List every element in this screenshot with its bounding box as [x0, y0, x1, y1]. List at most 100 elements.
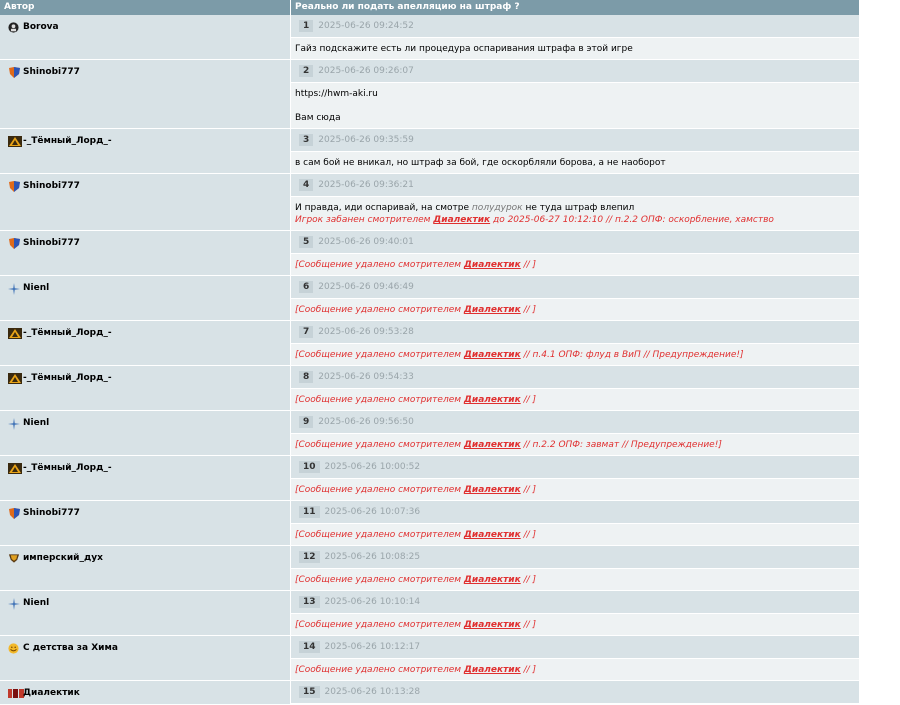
post-author: С детства за Хима [0, 636, 291, 680]
post-text-line: Гайз подскажите есть ли процедура оспари… [295, 44, 633, 54]
post-author: Shinobi777 [0, 60, 291, 128]
deleted-text: // ] [520, 620, 537, 630]
author-name-link[interactable]: Nienl [23, 283, 49, 293]
post-author: Shinobi777 [0, 174, 291, 230]
forum-post: имперский_дух 12 2025-06-26 10:08:25 [Сообщ… [0, 546, 859, 591]
post-body: [Сообщение удалено смотрителем Диалектик… [291, 389, 859, 410]
post-content: 14 2025-06-26 10:12:17 [Сообщение удалено … [291, 636, 859, 680]
ban-text: Игрок забанен смотрителем [295, 215, 434, 225]
post-number[interactable]: 7 [299, 326, 314, 338]
post-text-part: не туда штраф влепил [522, 203, 635, 213]
post-author: -_Тёмный_Лорд_- [0, 321, 291, 365]
clan-shield-icon [8, 238, 21, 249]
moderator-link[interactable]: Диалектик [464, 485, 521, 495]
post-meta: 4 2025-06-26 09:36:21 [291, 174, 859, 197]
post-date: 2025-06-26 10:13:28 [324, 687, 421, 697]
post-date: 2025-06-26 10:00:52 [324, 462, 421, 472]
deleted-text: // ] [520, 260, 537, 270]
deleted-notice: [Сообщение удалено смотрителем Диалектик… [295, 439, 855, 451]
author-name-link[interactable]: Borova [23, 22, 59, 32]
deleted-text: // п.2.2 ОПФ: завмат // Предупреждение!] [520, 440, 722, 450]
ban-text: до 2025-06-27 10:12:10 // п.2.2 ОПФ: оск… [490, 215, 774, 225]
deleted-notice: [Сообщение удалено смотрителем Диалектик… [295, 349, 855, 361]
deleted-text: // ] [520, 485, 537, 495]
censored-word: полудурок [471, 203, 523, 213]
moderator-link[interactable]: Диалектик [464, 575, 521, 585]
post-date: 2025-06-26 09:35:59 [318, 135, 414, 145]
moderator-link[interactable]: Диалектик [464, 665, 521, 675]
author-name-link[interactable]: имперский_дух [23, 553, 103, 563]
star-cross-icon [8, 418, 21, 430]
post-meta: 8 2025-06-26 09:54:33 [291, 366, 859, 389]
deleted-text: // ] [520, 305, 537, 315]
moderator-link[interactable]: Диалектик [464, 350, 521, 360]
post-content: 9 2025-06-26 09:56:50 [Сообщение удалено с… [291, 411, 859, 455]
author-column-header: Автор [0, 0, 291, 15]
post-number[interactable]: 6 [299, 281, 314, 293]
post-body: [Сообщение удалено смотрителем Диалектик… [291, 659, 859, 680]
moderator-link[interactable]: Диалектик [464, 260, 521, 270]
forum-post: Shinobi777 4 2025-06-26 09:36:21 И правда, … [0, 174, 859, 231]
author-name-link[interactable]: Nienl [23, 418, 49, 428]
author-name-link[interactable]: Shinobi777 [23, 508, 80, 518]
post-number[interactable]: 10 [299, 461, 320, 473]
author-name-link[interactable]: -_Тёмный_Лорд_- [23, 373, 112, 383]
deleted-text: [Сообщение удалено смотрителем [295, 620, 464, 630]
post-date: 2025-06-26 09:40:01 [318, 237, 414, 247]
imperial-crest-icon [8, 553, 21, 564]
moderator-link[interactable]: Диалектик [464, 530, 521, 540]
post-number[interactable]: 2 [299, 65, 314, 77]
post-body: [Сообщение удалено смотрителем Диалектик… [291, 344, 859, 365]
post-number[interactable]: 1 [299, 20, 314, 32]
author-name-link[interactable]: Shinobi777 [23, 181, 80, 191]
deleted-text: [Сообщение удалено смотрителем [295, 485, 464, 495]
post-number[interactable]: 4 [299, 179, 314, 191]
post-list: Borova 1 2025-06-26 09:24:52 Гайз подскажит… [0, 15, 859, 705]
post-content: 3 2025-06-26 09:35:59 в сам бой не вникал,… [291, 129, 859, 173]
moderator-link[interactable]: Диалектик [464, 620, 521, 630]
author-name-link[interactable]: -_Тёмный_Лорд_- [23, 136, 112, 146]
moderator-link[interactable]: Диалектик [464, 395, 521, 405]
author-name-link[interactable]: Nienl [23, 598, 49, 608]
deleted-text: [Сообщение удалено смотрителем [295, 575, 464, 585]
post-number[interactable]: 8 [299, 371, 314, 383]
post-number[interactable]: 3 [299, 134, 314, 146]
thread-header: Автор Реально ли подать апелляцию на штр… [0, 0, 859, 15]
post-number[interactable]: 12 [299, 551, 320, 563]
author-name-link[interactable]: -_Тёмный_Лорд_- [23, 328, 112, 338]
post-meta: 14 2025-06-26 10:12:17 [291, 636, 859, 659]
post-number[interactable]: 5 [299, 236, 314, 248]
deleted-text: // ] [520, 530, 537, 540]
post-text-line: в сам бой не вникал, но штраф за бой, гд… [295, 158, 666, 168]
forum-post: -_Тёмный_Лорд_- 3 2025-06-26 09:35:59 в сам… [0, 129, 859, 174]
forum-post: -_Тёмный_Лорд_- 10 2025-06-26 10:00:52 [Соо… [0, 456, 859, 501]
forum-post: Диалектик 15 2025-06-26 10:13:28 [0, 681, 859, 705]
post-number[interactable]: 9 [299, 416, 314, 428]
triangle-emblem-icon [8, 373, 22, 384]
forum-post: -_Тёмный_Лорд_- 7 2025-06-26 09:53:28 [Сооб… [0, 321, 859, 366]
deleted-text: // п.4.1 ОПФ: флуд в ВиП // Предупрежден… [520, 350, 744, 360]
post-author: Диалектик [0, 681, 291, 704]
deleted-notice: [Сообщение удалено смотрителем Диалектик… [295, 259, 855, 271]
post-number[interactable]: 15 [299, 686, 320, 698]
author-name-link[interactable]: Диалектик [23, 688, 80, 698]
author-name-link[interactable]: Shinobi777 [23, 238, 80, 248]
deleted-notice: [Сообщение удалено смотрителем Диалектик… [295, 484, 855, 496]
post-text-line: Вам сюда [295, 113, 341, 123]
post-date: 2025-06-26 10:07:36 [324, 507, 421, 517]
post-number[interactable]: 11 [299, 506, 320, 518]
post-number[interactable]: 14 [299, 641, 320, 653]
author-name-link[interactable]: Shinobi777 [23, 67, 80, 77]
moderator-link[interactable]: Диалектик [464, 305, 521, 315]
author-name-link[interactable]: С детства за Хима [23, 643, 118, 653]
author-name-link[interactable]: -_Тёмный_Лорд_- [23, 463, 112, 473]
post-body: Гайз подскажите есть ли процедура оспари… [291, 38, 859, 59]
moderator-link[interactable]: Диалектик [433, 215, 490, 225]
post-date: 2025-06-26 10:12:17 [324, 642, 421, 652]
post-meta: 7 2025-06-26 09:53:28 [291, 321, 859, 344]
post-number[interactable]: 13 [299, 596, 320, 608]
moderator-link[interactable]: Диалектик [464, 440, 521, 450]
post-body: в сам бой не вникал, но штраф за бой, гд… [291, 152, 859, 173]
deleted-text: // ] [520, 575, 537, 585]
deleted-text: [Сообщение удалено смотрителем [295, 305, 464, 315]
